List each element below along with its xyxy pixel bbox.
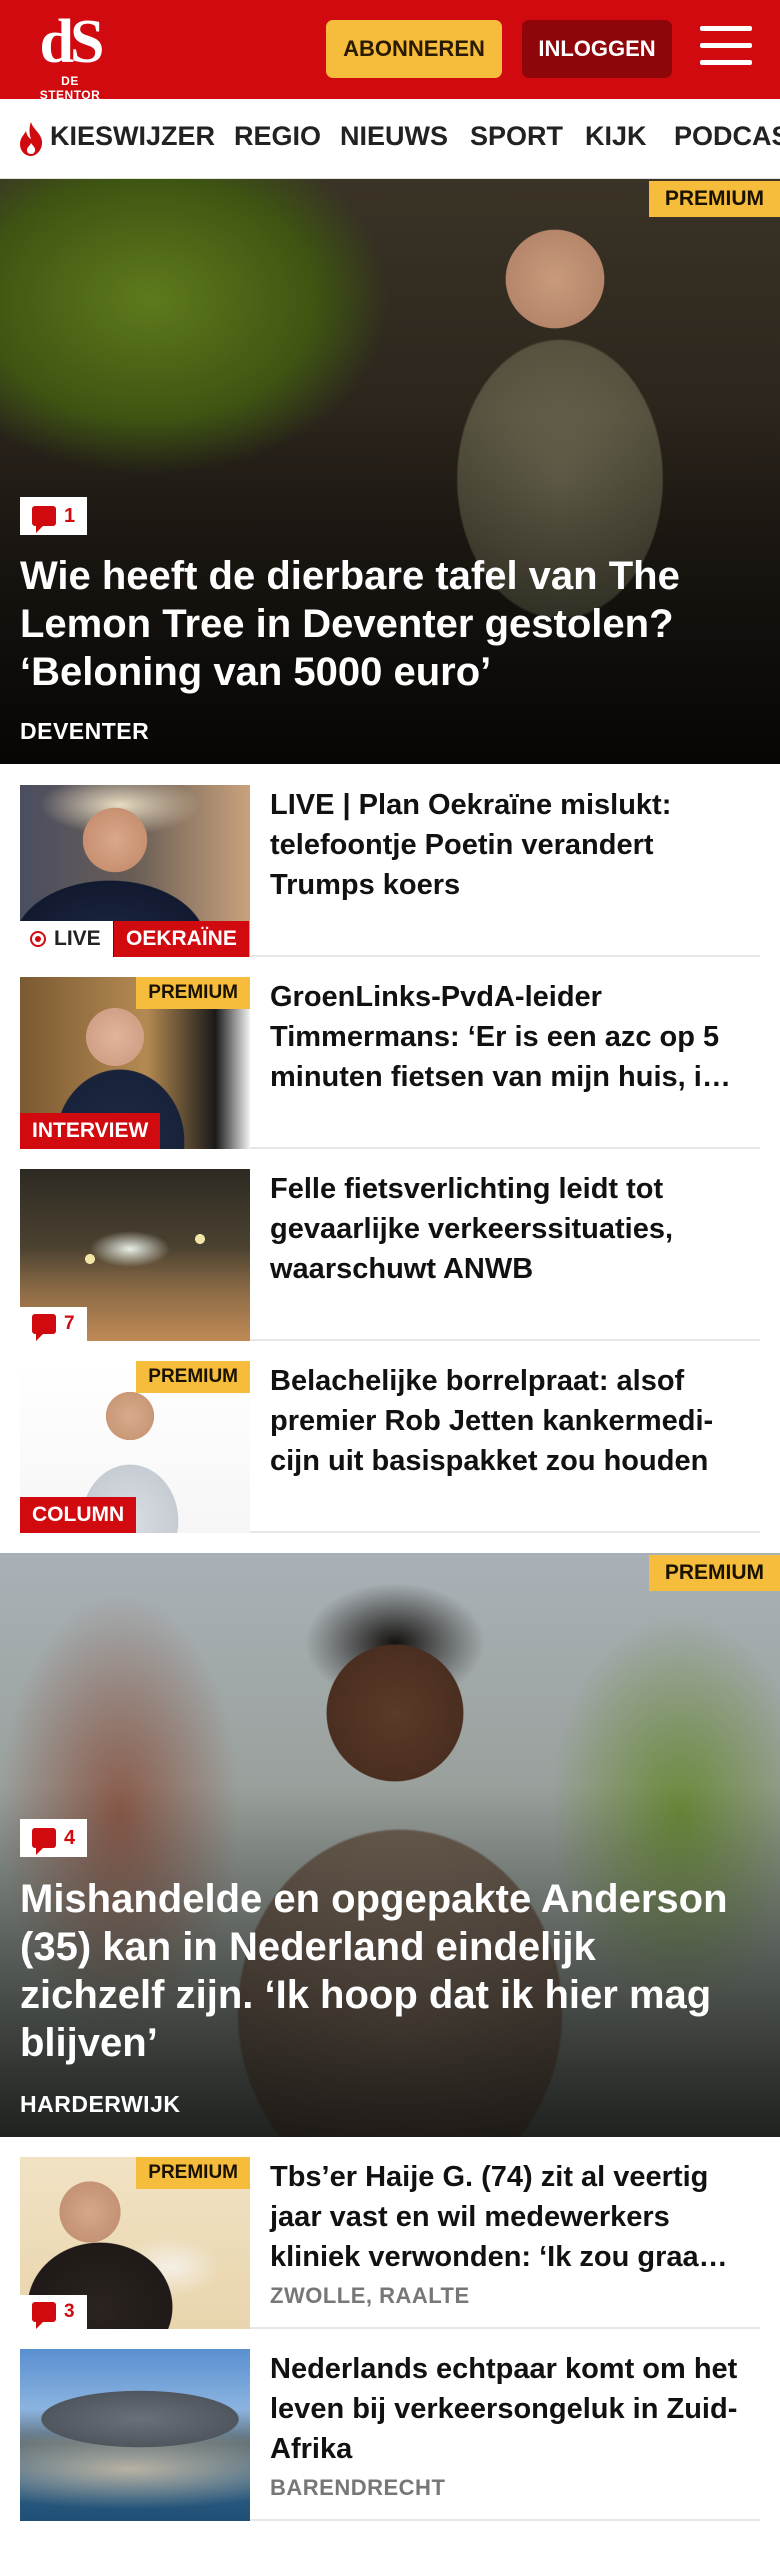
site-logo[interactable]: dS DE STENTOR <box>30 11 110 102</box>
nav-item-kijk[interactable]: KIJK <box>585 121 647 152</box>
login-button[interactable]: INLOGGEN <box>522 20 672 78</box>
divider <box>250 955 760 957</box>
hero-location: DEVENTER <box>20 718 150 744</box>
list-item[interactable]: Nederlands echtpaar komt om het leven bi… <box>20 2349 760 2521</box>
article-thumbnail: PREMIUM INTERVIEW <box>20 977 250 1149</box>
comment-count-badge[interactable]: 4 <box>20 1819 88 1857</box>
comment-icon <box>32 506 56 533</box>
topic-tag: COLUMN <box>20 1497 137 1533</box>
premium-badge: PREMIUM <box>136 977 250 1009</box>
article-title[interactable]: LIVE | Plan Oekraïne mislukt: telefoontj… <box>270 785 760 905</box>
nav-item-nieuws[interactable]: NIEUWS <box>340 121 448 152</box>
hero-title[interactable]: Wie heeft de dierbare tafel van The Lemo… <box>20 552 740 696</box>
section-nav: KIESWIJZER REGIO NIEUWS SPORT KIJK PODCA… <box>0 99 780 179</box>
live-dot-icon <box>30 931 46 947</box>
article-title[interactable]: Tbs’er Haije G. (74) zit al veertig jaar… <box>270 2157 760 2277</box>
premium-badge: PREMIUM <box>648 1555 780 1591</box>
divider <box>250 1531 760 1533</box>
live-badge: LIVE <box>20 921 113 957</box>
premium-badge: PREMIUM <box>136 1361 250 1393</box>
nav-item-kieswijzer[interactable]: KIESWIJZER <box>50 121 215 152</box>
hero-title[interactable]: Mishandelde en opgepakte Anderson (35) k… <box>20 1875 740 2067</box>
comment-icon <box>32 2302 56 2329</box>
article-title[interactable]: Belachelijke borrelpraat: alsof premier … <box>270 1361 760 1481</box>
comment-count-badge[interactable]: 3 <box>20 2295 87 2329</box>
hero-article-lemon-tree[interactable]: PREMIUM 1 Wie heeft de dierbare tafel va… <box>0 179 780 764</box>
divider <box>250 2519 760 2521</box>
article-thumbnail <box>20 2349 250 2521</box>
comment-icon <box>32 1314 56 1341</box>
list-item[interactable]: PREMIUM COLUMN Belachelijke borrelpraat:… <box>20 1361 760 1533</box>
article-thumbnail: 7 <box>20 1169 250 1341</box>
hamburger-menu-icon[interactable] <box>700 26 752 72</box>
article-title[interactable]: Felle fietsverlichting leidt tot gevaarl… <box>270 1169 760 1289</box>
divider <box>250 2327 760 2329</box>
hero-location: HARDERWIJK <box>20 2091 181 2117</box>
comment-count-badge[interactable]: 1 <box>20 497 88 535</box>
article-thumbnail: PREMIUM 3 <box>20 2157 250 2329</box>
list-item[interactable]: PREMIUM INTERVIEW GroenLinks-PvdA-leider… <box>20 977 760 1149</box>
topic-tag: OEKRAÏNE <box>114 921 249 957</box>
nav-item-podcast[interactable]: PODCAST <box>674 121 780 152</box>
subscribe-button[interactable]: ABONNEREN <box>326 20 502 78</box>
premium-badge: PREMIUM <box>648 181 780 217</box>
comment-icon <box>32 1828 56 1855</box>
article-location: BARENDRECHT <box>270 2475 446 2500</box>
nav-item-regio[interactable]: REGIO <box>234 121 321 152</box>
divider <box>250 1339 760 1341</box>
article-location: ZWOLLE, RAALTE <box>270 2283 470 2308</box>
article-thumbnail: PREMIUM COLUMN <box>20 1361 250 1533</box>
article-title[interactable]: Nederlands echtpaar komt om het leven bi… <box>270 2349 760 2469</box>
nav-item-sport[interactable]: SPORT <box>470 121 563 152</box>
list-item[interactable]: PREMIUM 3 Tbs’er Haije G. (74) zit al ve… <box>20 2157 760 2329</box>
flame-icon <box>20 122 43 156</box>
site-header: dS DE STENTOR ABONNEREN INLOGGEN <box>0 0 780 102</box>
list-item[interactable]: 7 Felle fietsverlichting leidt tot gevaa… <box>20 1169 760 1341</box>
topic-tag: INTERVIEW <box>20 1113 161 1149</box>
premium-badge: PREMIUM <box>136 2157 250 2189</box>
comment-count-badge[interactable]: 7 <box>20 1307 87 1341</box>
divider <box>250 1147 760 1149</box>
article-title[interactable]: GroenLinks-PvdA-leider Timmermans: ‘Er i… <box>270 977 760 1097</box>
article-thumbnail: LIVE OEKRAÏNE <box>20 785 250 957</box>
hero-article-anderson[interactable]: PREMIUM 4 Mishandelde en opgepakte Ander… <box>0 1553 780 2137</box>
list-item[interactable]: LIVE OEKRAÏNE LIVE | Plan Oekraïne mislu… <box>20 785 760 957</box>
